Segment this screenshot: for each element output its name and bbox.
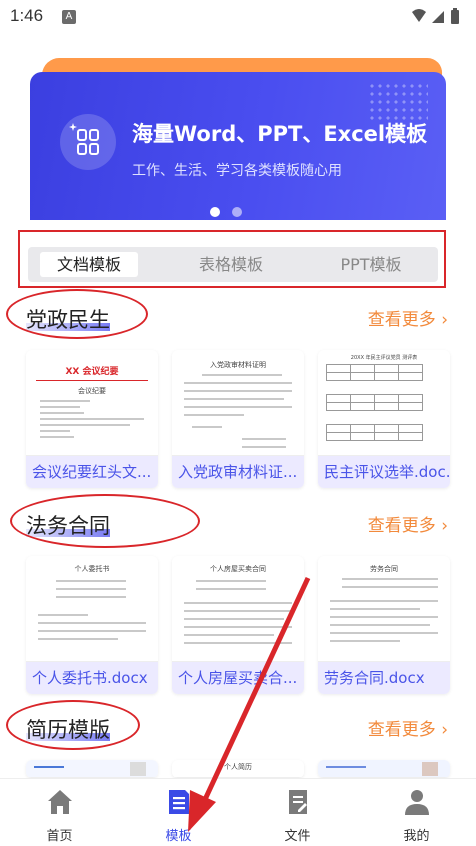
template-card[interactable]: 个人委托书 个人委托书.docx — [26, 556, 158, 694]
template-thumbnail: 劳务合同 — [318, 556, 450, 662]
template-card[interactable]: XX 会议纪要 会议纪要 会议纪要红头文... — [26, 350, 158, 488]
doc-heading: 20XX 年民主评议党员 测评表 — [350, 355, 418, 361]
template-card[interactable] — [318, 760, 450, 778]
doc-heading: 个人委托书 — [74, 565, 110, 573]
banner-dot-pattern — [368, 82, 428, 122]
template-thumbnail: 入党政审材料证明 — [172, 350, 304, 456]
template-thumbnail — [318, 760, 450, 778]
template-thumbnail: XX 会议纪要 会议纪要 — [26, 350, 158, 456]
template-type-tabs: 文档模板 表格模板 PPT模板 — [28, 247, 438, 282]
status-time: 1:46 — [10, 6, 44, 25]
doc-table — [326, 364, 423, 381]
bottom-nav: 首页 模板 文件 我的 — [0, 778, 476, 846]
doc-heading: XX 会议纪要 — [65, 367, 119, 377]
section-title-text: 法务合同 — [26, 514, 110, 538]
file-icon — [289, 790, 307, 814]
template-name: 个人委托书.docx — [26, 662, 158, 694]
banner-pager[interactable] — [210, 202, 270, 217]
doc-heading: 个人房屋买卖合同 — [210, 565, 266, 573]
template-name: 劳务合同.docx — [318, 662, 450, 694]
doc-table — [326, 394, 423, 411]
section-title: 法务合同 — [26, 510, 110, 540]
status-bar: 1:46 A — [0, 0, 476, 34]
section-title: 简历模版 — [26, 714, 110, 744]
nav-files[interactable]: 文件 — [238, 779, 357, 846]
doc-table — [326, 424, 423, 441]
see-more-link[interactable]: 查看更多 › — [368, 715, 448, 740]
doc-heading: 个人简历 — [224, 763, 252, 771]
nav-templates[interactable]: 模板 — [119, 779, 238, 846]
template-thumbnail: 20XX 年民主评议党员 测评表 — [318, 350, 450, 456]
doc-subheading: 会议纪要 — [78, 387, 106, 395]
section-title-text: 党政民生 — [26, 308, 110, 332]
wifi-icon — [412, 9, 426, 22]
banner-card[interactable]: 海量Word、PPT、Excel模板 工作、生活、学习各类模板随心用 — [30, 72, 446, 220]
notification-icon: A — [62, 10, 76, 24]
nav-label: 模板 — [165, 829, 192, 844]
nav-home[interactable]: 首页 — [0, 779, 119, 846]
template-name: 民主评议选举.doc... — [318, 456, 450, 488]
template-card[interactable]: 个人房屋买卖合同 个人房屋买卖合... — [172, 556, 304, 694]
template-card[interactable]: 20XX 年民主评议党员 测评表 民主评议选举.doc... — [318, 350, 450, 488]
tab-spreadsheet-templates[interactable]: 表格模板 — [182, 252, 280, 277]
section-title: 党政民生 — [26, 304, 110, 334]
pager-dot[interactable] — [232, 207, 242, 217]
tab-ppt-templates[interactable]: PPT模板 — [322, 252, 420, 277]
template-card[interactable]: 劳务合同 劳务合同.docx — [318, 556, 450, 694]
template-thumbnail: 个人委托书 — [26, 556, 158, 662]
promo-banner[interactable]: 海量Word、PPT、Excel模板 工作、生活、学习各类模板随心用 — [30, 58, 446, 220]
template-card[interactable]: 个人简历 — [172, 760, 304, 778]
nav-profile[interactable]: 我的 — [357, 779, 476, 846]
home-icon — [48, 790, 72, 814]
pager-dot[interactable] — [210, 207, 220, 217]
nav-label: 文件 — [284, 829, 311, 844]
template-thumbnail: 个人简历 — [172, 760, 304, 778]
nav-label: 我的 — [403, 829, 430, 844]
battery-icon — [451, 10, 459, 24]
status-icons — [412, 8, 459, 24]
tab-document-templates[interactable]: 文档模板 — [40, 252, 138, 277]
doc-heading: 入党政审材料证明 — [210, 361, 266, 369]
nav-label: 首页 — [46, 829, 73, 844]
template-grid-icon — [60, 114, 116, 170]
user-icon — [405, 790, 429, 815]
template-thumbnail: 个人房屋买卖合同 — [172, 556, 304, 662]
template-card[interactable] — [26, 760, 158, 778]
template-card[interactable]: 入党政审材料证明 入党政审材料证... — [172, 350, 304, 488]
see-more-link[interactable]: 查看更多 › — [368, 511, 448, 536]
template-name: 会议纪要红头文... — [26, 456, 158, 488]
banner-title: 海量Word、PPT、Excel模板 — [132, 122, 428, 146]
template-name: 入党政审材料证... — [172, 456, 304, 488]
doc-heading: 劳务合同 — [370, 565, 398, 573]
banner-subtitle: 工作、生活、学习各类模板随心用 — [132, 163, 342, 179]
signal-icon — [432, 11, 444, 23]
template-thumbnail — [26, 760, 158, 778]
section-title-text: 简历模版 — [26, 718, 110, 742]
template-name: 个人房屋买卖合... — [172, 662, 304, 694]
template-doc-icon — [169, 790, 189, 814]
see-more-link[interactable]: 查看更多 › — [368, 305, 448, 330]
